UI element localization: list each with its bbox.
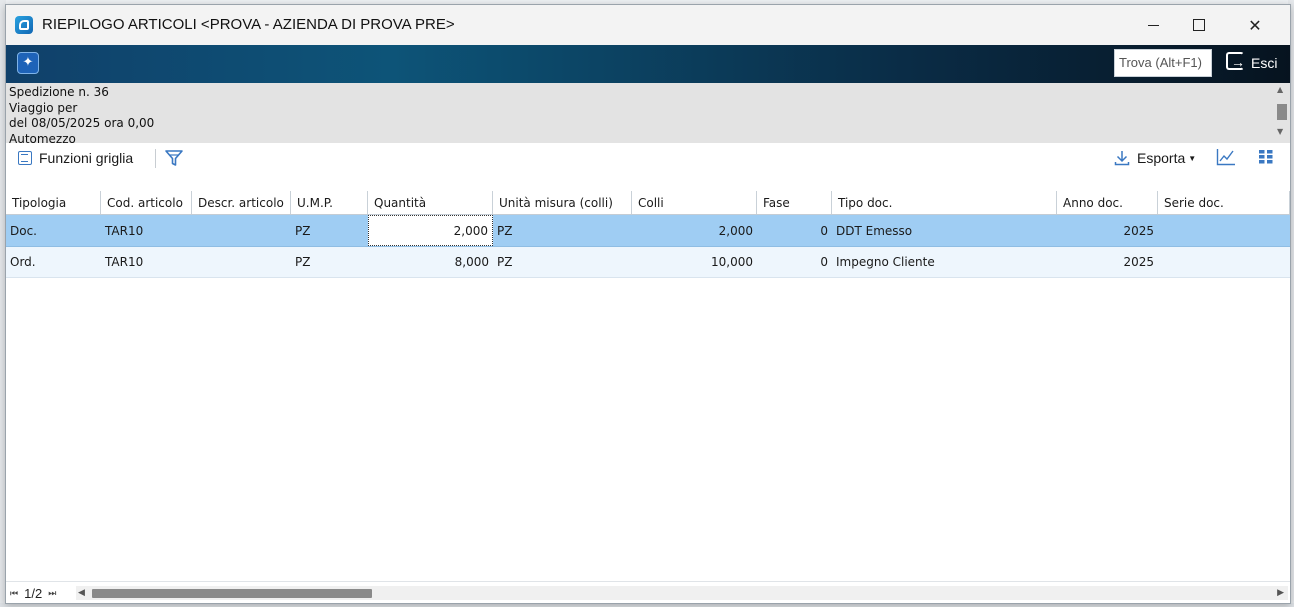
close-button[interactable]: ✕: [1232, 5, 1278, 45]
cell-fase[interactable]: 0: [757, 215, 832, 246]
cell-fase[interactable]: 0: [757, 247, 832, 277]
cell-ump[interactable]: PZ: [291, 247, 368, 277]
exit-icon: [1226, 48, 1245, 76]
info-line: Automezzo: [9, 131, 76, 144]
title-bar: RIEPILOGO ARTICOLI <PROVA - AZIENDA DI P…: [6, 5, 1290, 45]
column-header[interactable]: Tipo doc.: [832, 191, 1057, 214]
info-line: del 08/05/2025 ora 0,00: [9, 116, 155, 130]
cell-tipo-doc[interactable]: DDT Emesso: [832, 215, 1057, 246]
filter-icon[interactable]: [164, 148, 184, 168]
grid-functions-label: Funzioni griglia: [39, 150, 134, 166]
minimize-button[interactable]: [1130, 5, 1176, 45]
info-line: Spedizione n. 36: [9, 85, 109, 99]
grid-header-row: Tipologia Cod. articolo Descr. articolo …: [6, 191, 1290, 215]
scroll-thumb[interactable]: [1277, 104, 1287, 120]
cell-tipologia[interactable]: Doc.: [6, 215, 101, 246]
column-header[interactable]: Quantità: [368, 191, 493, 214]
export-label: Esporta: [1137, 150, 1186, 166]
grid-group-panel: [6, 173, 1290, 192]
exit-button[interactable]: Esci: [1224, 48, 1284, 77]
column-header[interactable]: Serie doc.: [1158, 191, 1290, 214]
column-header[interactable]: Fase: [757, 191, 832, 214]
window-title: RIEPILOGO ARTICOLI <PROVA - AZIENDA DI P…: [42, 16, 455, 33]
cell-cod-articolo[interactable]: TAR10: [101, 247, 192, 277]
info-scrollbar[interactable]: ▲ ▼: [1274, 83, 1290, 143]
cell-anno-doc[interactable]: 2025: [1057, 215, 1158, 246]
cell-ump[interactable]: PZ: [291, 215, 368, 246]
cell-unita-misura-colli[interactable]: PZ: [493, 247, 632, 277]
tiles-icon[interactable]: [1259, 150, 1273, 164]
scroll-left-icon[interactable]: ◀: [78, 586, 85, 600]
maximize-icon: [1193, 19, 1205, 31]
cell-tipo-doc[interactable]: Impegno Cliente: [832, 247, 1057, 277]
pager: ⏮ 1/2 ⏭: [10, 585, 56, 601]
chevron-down-icon: ▼: [1188, 153, 1197, 163]
table-row[interactable]: Doc. TAR10 PZ 2,000 PZ 2,000 0 DDT Emess…: [6, 215, 1290, 247]
header-banner: ✦ Trova (Alt+F1) Esci: [6, 45, 1290, 83]
cell-serie-doc[interactable]: [1158, 215, 1290, 246]
cell-cod-articolo[interactable]: TAR10: [101, 215, 192, 246]
app-logo-icon: [15, 16, 33, 34]
grid-statusbar: ⏮ 1/2 ⏭ ◀ ▶: [6, 581, 1290, 603]
toolbar-divider: [155, 149, 156, 168]
column-header[interactable]: U.M.P.: [291, 191, 368, 214]
cell-colli[interactable]: 10,000: [632, 247, 757, 277]
last-page-icon[interactable]: ⏭: [48, 588, 56, 599]
column-header[interactable]: Cod. articolo: [101, 191, 192, 214]
cell-quantita[interactable]: 8,000: [368, 247, 493, 277]
horizontal-scrollbar[interactable]: ◀ ▶: [76, 586, 1288, 600]
exit-label: Esci: [1251, 55, 1278, 71]
minimize-icon: [1147, 24, 1159, 26]
cell-colli[interactable]: 2,000: [632, 215, 757, 246]
grid-functions-button[interactable]: Funzioni griglia: [18, 148, 133, 168]
find-input[interactable]: Trova (Alt+F1): [1114, 49, 1212, 77]
scroll-down-icon[interactable]: ▼: [1277, 127, 1283, 136]
grid-toolbar: Funzioni griglia Esporta ▼: [6, 143, 1290, 174]
grid-list-icon: [18, 151, 32, 165]
horizontal-scroll-thumb[interactable]: [92, 589, 372, 598]
column-header[interactable]: Unità misura (colli): [493, 191, 632, 214]
download-icon: [1114, 151, 1130, 166]
scroll-up-icon[interactable]: ▲: [1277, 85, 1283, 94]
column-header[interactable]: Tipologia: [6, 191, 101, 214]
first-page-icon[interactable]: ⏮: [10, 588, 18, 599]
shipment-info-panel: Spedizione n. 36 Viaggio per del 08/05/2…: [6, 83, 1290, 143]
shipment-info-text: Spedizione n. 36 Viaggio per del 08/05/2…: [9, 85, 154, 143]
cell-serie-doc[interactable]: [1158, 247, 1290, 277]
cell-unita-misura-colli[interactable]: PZ: [493, 215, 632, 246]
dialog-window: RIEPILOGO ARTICOLI <PROVA - AZIENDA DI P…: [5, 4, 1291, 604]
articles-grid: Tipologia Cod. articolo Descr. articolo …: [6, 191, 1290, 581]
ai-sparkle-icon[interactable]: ✦: [17, 52, 39, 74]
page-indicator: 1/2: [24, 585, 43, 601]
export-button[interactable]: Esporta ▼: [1114, 148, 1196, 168]
column-header[interactable]: Anno doc.: [1057, 191, 1158, 214]
cell-descr-articolo[interactable]: [192, 215, 291, 246]
maximize-button[interactable]: [1176, 5, 1222, 45]
cell-tipologia[interactable]: Ord.: [6, 247, 101, 277]
scroll-right-icon[interactable]: ▶: [1277, 586, 1284, 600]
cell-anno-doc[interactable]: 2025: [1057, 247, 1158, 277]
cell-descr-articolo[interactable]: [192, 247, 291, 277]
close-icon: ✕: [1248, 15, 1262, 35]
column-header[interactable]: Descr. articolo: [192, 191, 291, 214]
info-line: Viaggio per: [9, 100, 78, 115]
table-row[interactable]: Ord. TAR10 PZ 8,000 PZ 10,000 0 Impegno …: [6, 247, 1290, 278]
cell-quantita[interactable]: 2,000: [368, 215, 493, 246]
chart-icon[interactable]: [1216, 148, 1236, 166]
column-header[interactable]: Colli: [632, 191, 757, 214]
